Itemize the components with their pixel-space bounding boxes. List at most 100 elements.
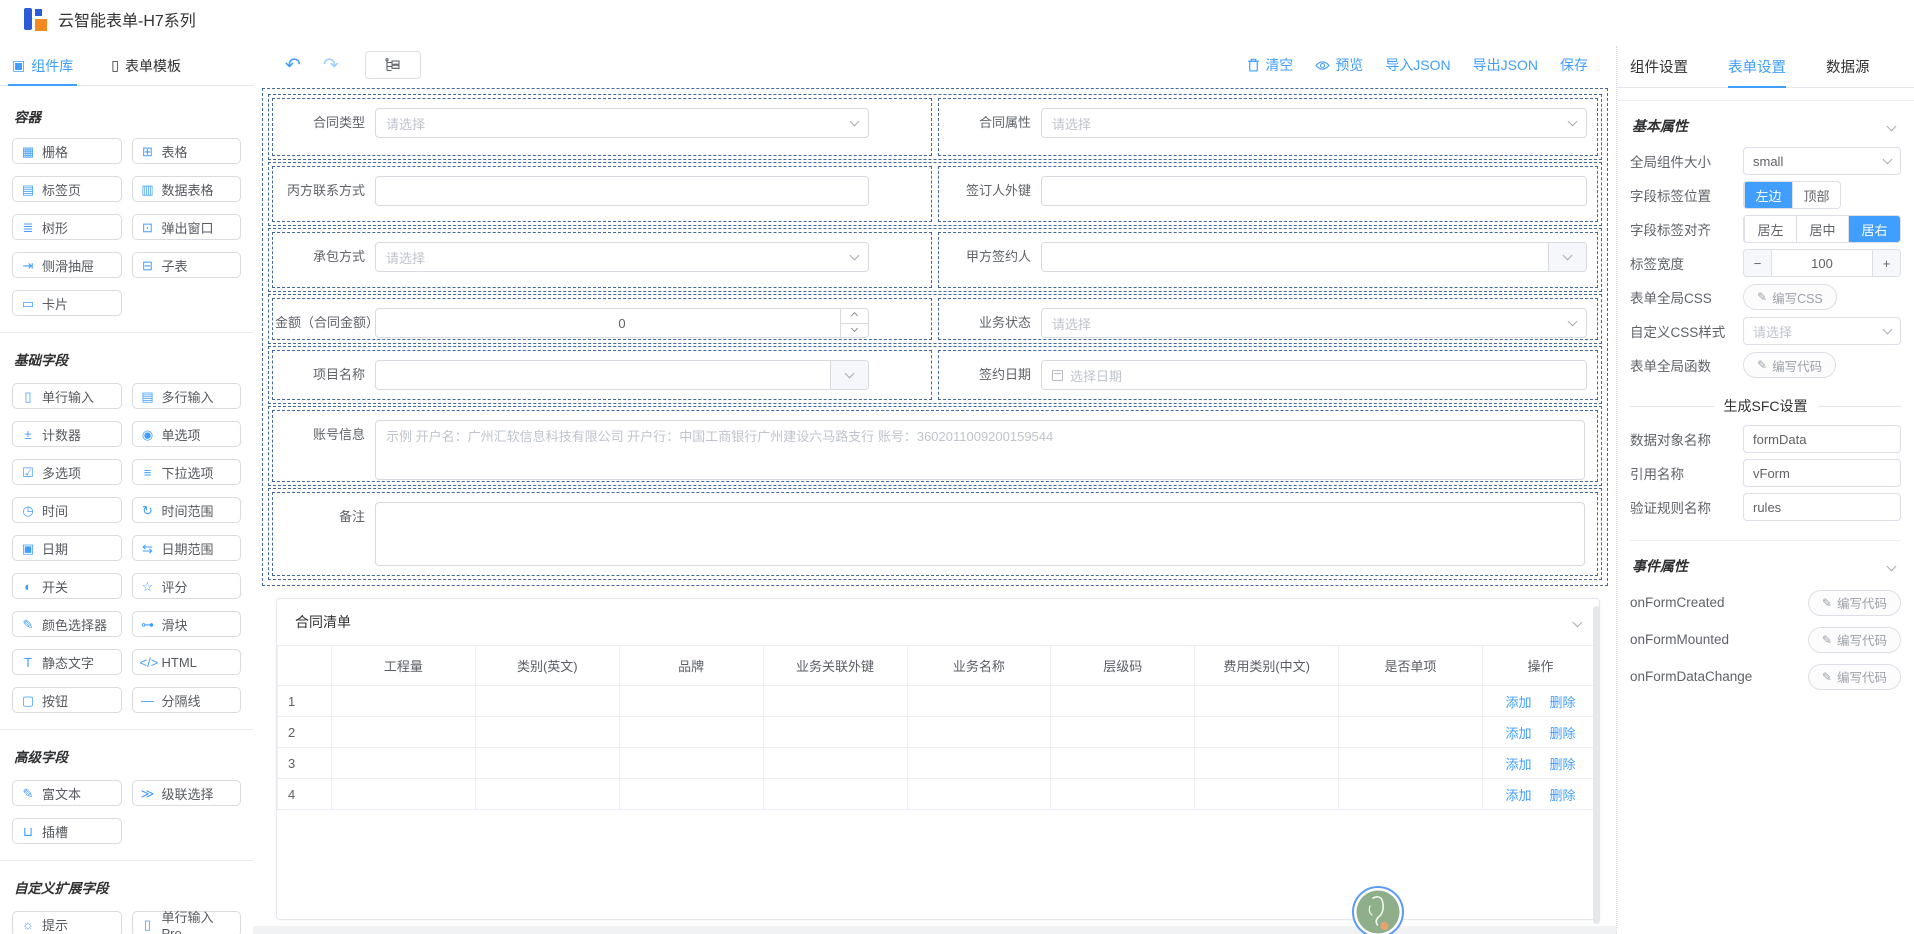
widget-button[interactable]: — 分隔线 <box>132 687 242 713</box>
party-c-contact-input[interactable] <box>386 177 858 205</box>
table-cell[interactable] <box>907 779 1051 810</box>
row-add-link[interactable]: 添加 <box>1505 726 1531 741</box>
widget-button[interactable]: ⊔ 插槽 <box>12 818 122 844</box>
table-cell[interactable] <box>332 779 476 810</box>
widget-button[interactable]: ◐ 开关 <box>12 573 122 599</box>
edit-code-button[interactable]: ✎ 编写代码 <box>1808 590 1901 616</box>
field-widget-remark[interactable]: 备注 <box>272 492 1598 576</box>
table-cell[interactable] <box>619 686 763 717</box>
field-widget-sign-date[interactable]: 签约日期 选择日期 <box>938 350 1598 400</box>
table-cell[interactable] <box>475 717 619 748</box>
sidebar-tab[interactable]: ▣ 组件库 <box>8 46 77 85</box>
widget-button[interactable]: ▦ 栅格 <box>12 138 122 164</box>
table-cell[interactable] <box>1195 686 1339 717</box>
widget-button[interactable]: ≡ 下拉选项 <box>132 459 242 485</box>
row-add-link[interactable]: 添加 <box>1505 788 1531 803</box>
widget-button[interactable]: ✎ 颜色选择器 <box>12 611 122 637</box>
widget-button[interactable]: ≫ 级联选择 <box>132 780 242 806</box>
table-cell[interactable] <box>1339 779 1483 810</box>
collapse-chevron-icon[interactable] <box>1573 617 1583 627</box>
redo-icon[interactable]: ↷ <box>323 56 339 75</box>
widget-button[interactable]: ⊟ 子表 <box>132 252 242 278</box>
table-cell[interactable] <box>332 717 476 748</box>
field-widget-party-c-contact[interactable]: 丙方联系方式 <box>272 166 932 222</box>
field-widget-contracting-method[interactable]: 承包方式 请选择 <box>272 232 932 288</box>
widget-button[interactable]: ▯ 单行输入Pro <box>132 911 242 934</box>
field-widget-business-status[interactable]: 业务状态 请选择 <box>938 298 1598 340</box>
table-cell[interactable] <box>1051 686 1195 717</box>
label-align-option[interactable]: 居右 <box>1848 216 1900 242</box>
table-cell[interactable] <box>763 779 907 810</box>
dropdown-trigger-button[interactable] <box>1548 243 1586 271</box>
business-status-select[interactable]: 请选择 <box>1041 308 1587 338</box>
label-align-option[interactable]: 居中 <box>1796 216 1848 242</box>
field-widget-amount[interactable]: 金额（合同金额） 0 <box>272 298 932 340</box>
table-cell[interactable] <box>763 686 907 717</box>
row-delete-link[interactable]: 删除 <box>1550 788 1576 803</box>
widget-button[interactable]: ↻ 时间范围 <box>132 497 242 523</box>
table-cell[interactable] <box>763 717 907 748</box>
export-json-button[interactable]: 导出JSON <box>1473 55 1538 75</box>
widget-button[interactable]: ± 计数器 <box>12 421 122 447</box>
table-cell[interactable] <box>907 717 1051 748</box>
contract-attr-select[interactable]: 请选择 <box>1041 108 1587 138</box>
account-info-textarea[interactable]: 示例 开户名：广州汇软信息科技有限公司 开户行：中国工商银行广州建设六马路支行 … <box>375 420 1585 480</box>
remark-textarea[interactable] <box>375 502 1585 566</box>
table-cell[interactable] <box>475 779 619 810</box>
table-cell[interactable] <box>475 748 619 779</box>
table-cell[interactable] <box>1195 779 1339 810</box>
settings-tab[interactable]: 数据源 <box>1826 46 1870 87</box>
widget-button[interactable]: ▢ 按钮 <box>12 687 122 713</box>
party-a-signer-input[interactable] <box>1052 243 1538 272</box>
sidebar-tab[interactable]: ▯ 表单模板 <box>107 46 185 85</box>
edit-css-button[interactable]: ✎ 编写CSS <box>1743 284 1837 310</box>
table-cell[interactable] <box>1339 717 1483 748</box>
widget-button[interactable]: ⊶ 滑块 <box>132 611 242 637</box>
basic-props-section-header[interactable]: 基本属性 <box>1632 116 1899 136</box>
widget-button[interactable]: ▣ 日期 <box>12 535 122 561</box>
table-cell[interactable] <box>1339 748 1483 779</box>
settings-tab[interactable]: 组件设置 <box>1630 46 1688 87</box>
field-widget-contract-attr[interactable]: 合同属性 请选择 <box>938 98 1598 156</box>
table-cell[interactable] <box>907 686 1051 717</box>
row-delete-link[interactable]: 删除 <box>1550 757 1576 772</box>
increase-icon[interactable] <box>841 309 868 323</box>
table-cell[interactable] <box>619 717 763 748</box>
row-delete-link[interactable]: 删除 <box>1550 726 1576 741</box>
save-button[interactable]: 保存 <box>1560 55 1588 75</box>
table-cell[interactable] <box>619 779 763 810</box>
row-add-link[interactable]: 添加 <box>1505 695 1531 710</box>
global-size-select[interactable]: small <box>1743 147 1901 175</box>
widget-button[interactable]: ⊡ 弹出窗口 <box>132 214 242 240</box>
table-cell[interactable] <box>1339 686 1483 717</box>
edit-code-button[interactable]: ✎ 编写代码 <box>1808 664 1901 690</box>
subtable-header[interactable]: 合同清单 <box>277 599 1599 645</box>
table-cell[interactable] <box>332 686 476 717</box>
decrease-button[interactable]: − <box>1744 250 1772 276</box>
widget-button[interactable]: </> HTML <box>132 649 242 675</box>
event-props-section-header[interactable]: 事件属性 <box>1632 556 1899 576</box>
table-cell[interactable] <box>619 748 763 779</box>
widget-button[interactable]: ☼ 提示 <box>12 911 122 934</box>
table-cell[interactable] <box>907 748 1051 779</box>
widget-button[interactable]: ⇥ 侧滑抽屉 <box>12 252 122 278</box>
field-widget-project-name[interactable]: 项目名称 <box>272 350 932 400</box>
widget-button[interactable]: ▭ 卡片 <box>12 290 122 316</box>
contracting-method-select[interactable]: 请选择 <box>375 242 869 272</box>
table-cell[interactable] <box>1195 748 1339 779</box>
widget-button[interactable]: ✎ 富文本 <box>12 780 122 806</box>
clear-button[interactable]: 清空 <box>1247 55 1293 75</box>
widget-button[interactable]: ▯ 单行输入 <box>12 383 122 409</box>
field-widget-account-info[interactable]: 账号信息 示例 开户名：广州汇软信息科技有限公司 开户行：中国工商银行广州建设六… <box>272 410 1598 482</box>
table-cell[interactable] <box>1051 779 1195 810</box>
widget-button[interactable]: ◉ 单选项 <box>132 421 242 447</box>
contract-type-select[interactable]: 请选择 <box>375 108 869 138</box>
undo-icon[interactable]: ↶ <box>285 56 301 75</box>
field-widget-party-a-signer[interactable]: 甲方签约人 <box>938 232 1598 288</box>
increase-button[interactable]: + <box>1872 250 1900 276</box>
table-cell[interactable] <box>763 748 907 779</box>
field-widget-contract-type[interactable]: 合同类型 请选择 <box>272 98 932 156</box>
ref-name-input[interactable] <box>1743 459 1901 487</box>
amount-number-input[interactable]: 0 <box>375 308 869 338</box>
custom-css-select[interactable]: 请选择 <box>1743 317 1901 345</box>
